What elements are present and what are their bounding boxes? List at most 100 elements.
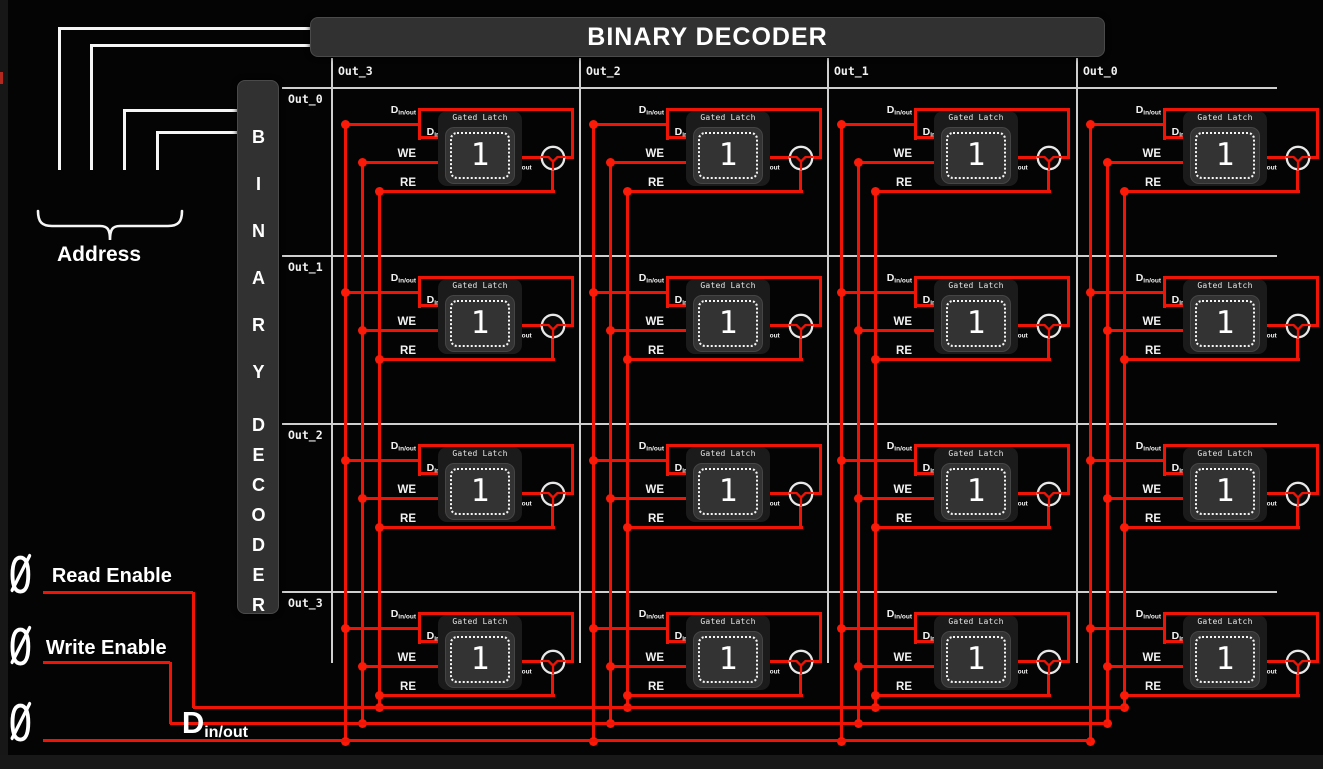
latch-value[interactable]: 1: [719, 644, 738, 675]
gated-latch: Gated Latch 1: [438, 111, 522, 186]
wire-overrect-right: [1316, 108, 1319, 159]
latch-value[interactable]: 1: [1216, 644, 1235, 675]
re-pin-label: RE: [1115, 513, 1161, 525]
re-pin-label: RE: [866, 345, 912, 357]
wire-overrect-right: [571, 276, 574, 327]
wire-re: [627, 190, 803, 193]
latch-value[interactable]: 1: [1216, 308, 1235, 339]
memory-cell: Din/out Din WE RE Dout Gated Latch 1: [332, 592, 584, 710]
gated-latch-title: Gated Latch: [438, 449, 522, 458]
dinout-pin-label: Din/out: [608, 440, 664, 453]
wire-overrect-right: [819, 444, 822, 495]
latch-value[interactable]: 1: [1216, 476, 1235, 507]
latch-dotted-border: 1: [946, 300, 1006, 347]
gated-latch-title: Gated Latch: [1183, 617, 1267, 626]
latch-value[interactable]: 1: [967, 308, 986, 339]
wire-re: [379, 358, 555, 361]
dinout-pin-label: Din/out: [360, 440, 416, 453]
wire-we: [362, 161, 448, 164]
memory-cell: Din/out Din WE RE Dout Gated Latch 1: [580, 88, 832, 206]
read-enable-value[interactable]: 0: [8, 554, 33, 598]
dinout-pin-label: Din/out: [608, 104, 664, 117]
latch-dotted-border: 1: [946, 132, 1006, 179]
we-pin-label: WE: [1115, 316, 1161, 328]
dinout-label: Din/out: [182, 705, 248, 742]
wire-re-drop: [192, 592, 195, 708]
latch-box: 1: [941, 295, 1011, 352]
din-pin-label: Din: [1147, 126, 1185, 139]
wire-re: [379, 190, 555, 193]
wire-overrect-right: [1316, 444, 1319, 495]
dinout-value[interactable]: 0: [8, 702, 33, 746]
wire-we: [362, 329, 448, 332]
latch-value[interactable]: 1: [1216, 140, 1235, 171]
tristate-buffer-icon: [1284, 312, 1312, 340]
gated-latch-title: Gated Latch: [934, 449, 1018, 458]
memory-cell: Din/out Din WE RE Dout Gated Latch 1: [1077, 88, 1323, 206]
dinout-pin-label: Din/out: [1105, 608, 1161, 621]
latch-value[interactable]: 1: [719, 476, 738, 507]
re-pin-label: RE: [370, 681, 416, 693]
latch-value[interactable]: 1: [967, 476, 986, 507]
wire-re: [1124, 694, 1300, 697]
wire-we: [858, 665, 944, 668]
latch-value[interactable]: 1: [967, 644, 986, 675]
latch-value[interactable]: 1: [967, 140, 986, 171]
gated-latch-title: Gated Latch: [438, 281, 522, 290]
bottom-edge-strip: [0, 755, 1323, 769]
tristate-buffer-icon: [1284, 648, 1312, 676]
gated-latch: Gated Latch 1: [934, 447, 1018, 522]
write-enable-value[interactable]: 0: [8, 626, 33, 670]
dinout-pin-label: Din/out: [856, 104, 912, 117]
read-enable-input: 0 Read Enable: [8, 554, 172, 598]
gated-latch: Gated Latch 1: [1183, 279, 1267, 354]
top-binary-decoder-label: BINARY DECODER: [587, 23, 827, 52]
wire-re: [875, 358, 1051, 361]
wire-re: [875, 526, 1051, 529]
row-label-out0: Out_0: [288, 92, 323, 106]
latch-value[interactable]: 1: [471, 308, 490, 339]
wire-overrect-right: [571, 108, 574, 159]
latch-value[interactable]: 1: [719, 308, 738, 339]
latch-box: 1: [693, 631, 763, 688]
din-pin-label: Din: [650, 126, 688, 139]
memory-cell: Din/out Din WE RE Dout Gated Latch 1: [1077, 256, 1323, 374]
tristate-buffer-icon: [787, 144, 815, 172]
junction-dot-dinout: [1086, 120, 1095, 129]
memory-cell: Din/out Din WE RE Dout Gated Latch 1: [828, 592, 1080, 710]
we-pin-label: WE: [1115, 484, 1161, 496]
wire-overrect-right: [819, 276, 822, 327]
junction-dot-we: [854, 662, 863, 671]
latch-value[interactable]: 1: [719, 140, 738, 171]
re-pin-label: RE: [370, 345, 416, 357]
dinout-input: 0 Din/out: [8, 702, 248, 746]
din-pin-label: Din: [1147, 294, 1185, 307]
dinout-pin-label: Din/out: [360, 272, 416, 285]
gated-latch: Gated Latch 1: [686, 615, 770, 690]
gated-latch-title: Gated Latch: [438, 113, 522, 122]
address-wire-2-h: [90, 44, 311, 47]
latch-value[interactable]: 1: [471, 644, 490, 675]
wire-we: [362, 665, 448, 668]
latch-dotted-border: 1: [698, 468, 758, 515]
we-pin-label: WE: [618, 316, 664, 328]
wire-re: [1124, 358, 1300, 361]
re-pin-label: RE: [866, 681, 912, 693]
junction-dot-we: [1103, 494, 1112, 503]
junction-dot-we: [358, 158, 367, 167]
wire-re: [627, 526, 803, 529]
junction-dot-dinout: [589, 120, 598, 129]
wire-we: [610, 665, 696, 668]
latch-value[interactable]: 1: [471, 140, 490, 171]
wire-overrect-right: [571, 444, 574, 495]
latch-dotted-border: 1: [698, 636, 758, 683]
junction-dot-we: [606, 158, 615, 167]
junction-dot-dinout: [837, 624, 846, 633]
latch-box: 1: [445, 127, 515, 184]
row-label-out1: Out_1: [288, 260, 323, 274]
memory-cell: Din/out Din WE RE Dout Gated Latch 1: [828, 256, 1080, 374]
latch-value[interactable]: 1: [471, 476, 490, 507]
re-pin-label: RE: [618, 345, 664, 357]
memory-cell: Din/out Din WE RE Dout Gated Latch 1: [332, 256, 584, 374]
junction-dot-we: [854, 158, 863, 167]
